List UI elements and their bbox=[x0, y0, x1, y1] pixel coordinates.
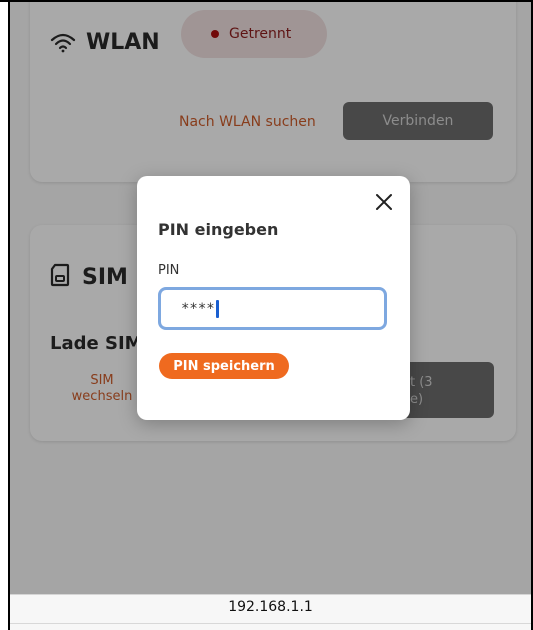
dialog-title: PIN eingeben bbox=[158, 220, 279, 239]
url-text: 192.168.1.1 bbox=[228, 599, 313, 615]
app-viewport: WLAN Getrennt Nach WLAN suchen Verbinden… bbox=[10, 2, 531, 594]
text-caret bbox=[215, 299, 219, 318]
save-pin-button[interactable]: PIN speichern bbox=[159, 353, 289, 379]
close-icon[interactable] bbox=[374, 192, 394, 212]
pin-input[interactable]: **** bbox=[158, 287, 387, 330]
pin-label: PIN bbox=[158, 263, 180, 278]
address-bar-divider bbox=[10, 623, 531, 624]
pin-input-value: **** bbox=[181, 300, 215, 317]
browser-address-bar[interactable]: 192.168.1.1 bbox=[10, 594, 531, 630]
pin-dialog: PIN eingeben PIN **** PIN speichern bbox=[137, 176, 410, 420]
